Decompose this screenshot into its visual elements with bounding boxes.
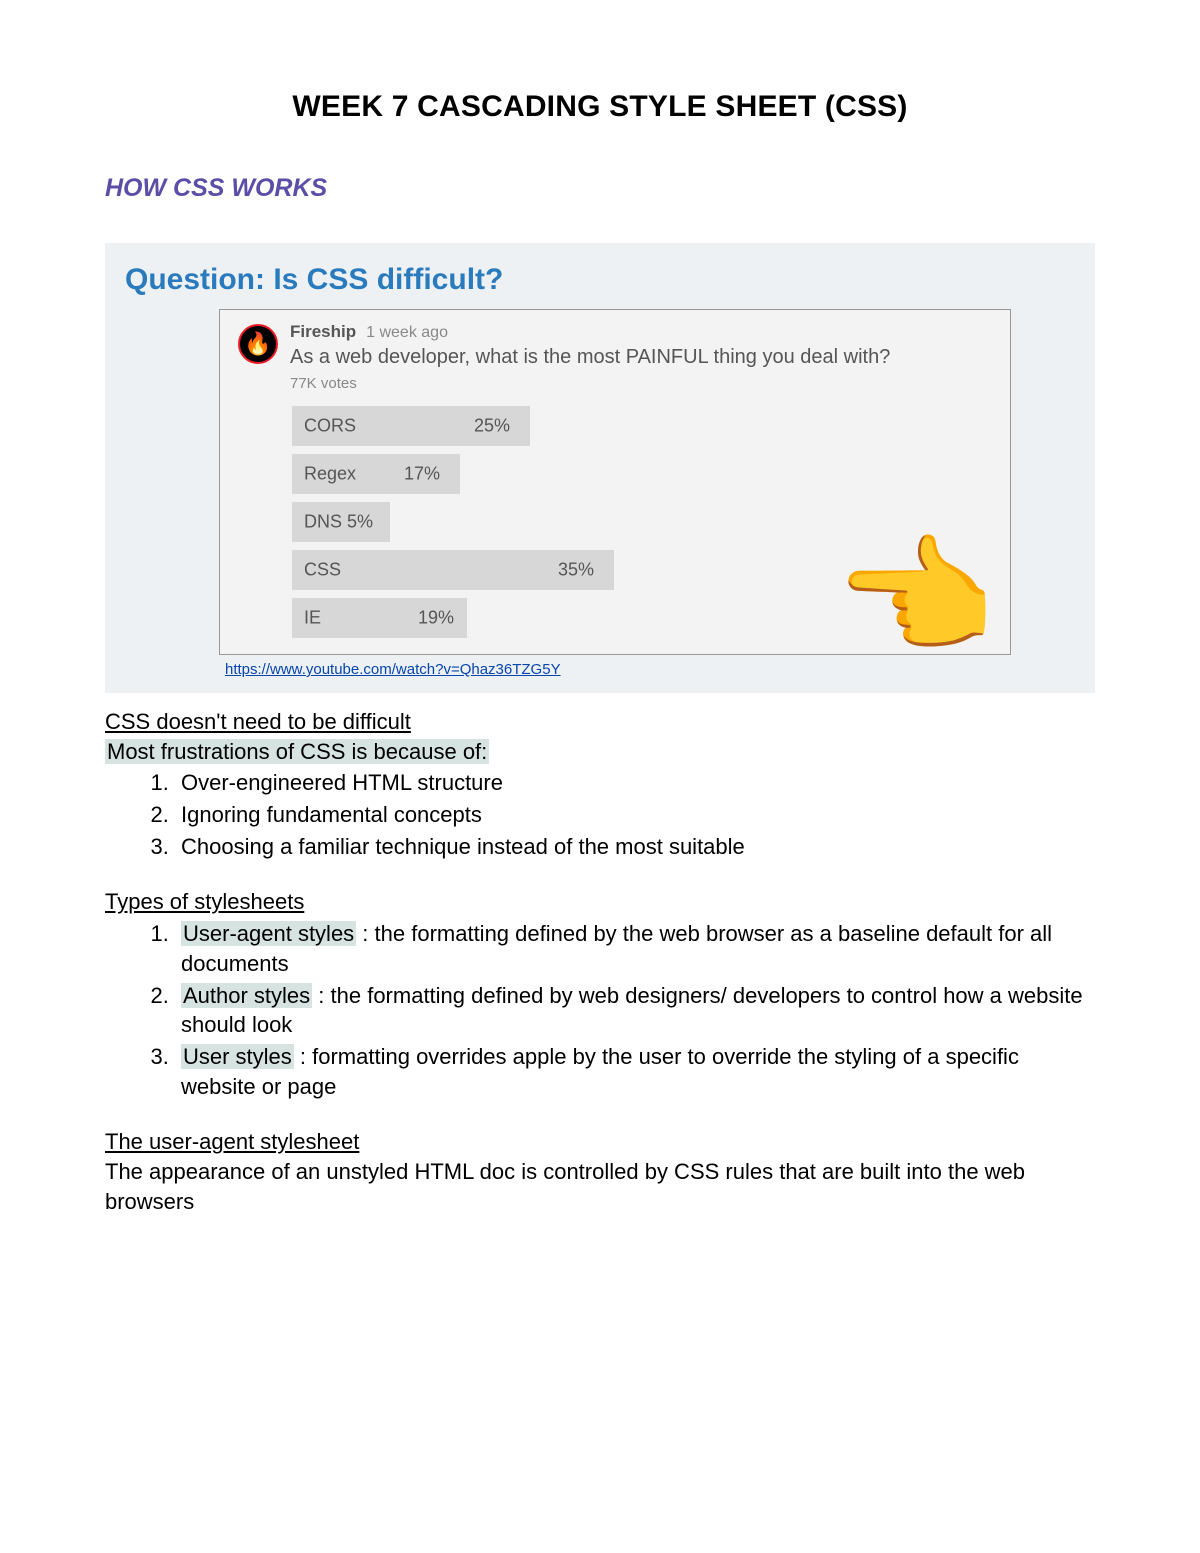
poll-percent: 17% (404, 464, 440, 485)
list-item: Ignoring fundamental concepts (175, 800, 1095, 830)
types-title: Types of stylesheets (105, 889, 304, 914)
poll-row: CSS 35% (292, 550, 992, 590)
term-highlight: Author styles (181, 983, 312, 1008)
ua-title: The user-agent stylesheet (105, 1129, 359, 1154)
page-title: WEEK 7 CASCADING STYLE SHEET (CSS) (105, 90, 1095, 124)
ua-desc: The appearance of an unstyled HTML doc i… (105, 1157, 1095, 1216)
types-list: User-agent styles : the formatting defin… (175, 919, 1095, 1101)
nd-title: CSS doesn't need to be difficult (105, 709, 411, 734)
post-votes: 77K votes (290, 375, 992, 392)
frustrations-intro: Most frustrations of CSS is because of: (105, 739, 489, 764)
list-item: User-agent styles : the formatting defin… (175, 919, 1095, 978)
poll-label: IE (304, 608, 321, 629)
poll-label: Regex (304, 464, 356, 485)
poll-label: DNS 5% (304, 512, 373, 533)
term-highlight: User styles (181, 1044, 294, 1069)
poll-label: CSS (304, 560, 341, 581)
author-avatar: 🔥 (238, 324, 278, 364)
poll-row: DNS 5% (292, 502, 992, 542)
frustrations-list: Over-engineered HTML structureIgnoring f… (175, 768, 1095, 861)
poll-percent: 35% (558, 560, 594, 581)
list-item: Author styles : the formatting defined b… (175, 981, 1095, 1040)
post-author: Fireship (290, 322, 356, 342)
source-link[interactable]: https://www.youtube.com/watch?v=Qhaz36TZ… (225, 661, 561, 678)
poll-row: IE 19% (292, 598, 992, 638)
flame-icon: 🔥 (244, 333, 271, 355)
list-item: Choosing a familiar technique instead of… (175, 832, 1095, 862)
term-highlight: User-agent styles (181, 921, 356, 946)
post-question: As a web developer, what is the most PAI… (290, 346, 992, 369)
poll-label: CORS (304, 416, 356, 437)
slide-question: Question: Is CSS difficult? (119, 257, 1081, 309)
poll-card: 🔥 Fireship 1 week ago As a web developer… (219, 309, 1011, 655)
list-item: Over-engineered HTML structure (175, 768, 1095, 798)
poll: CORS 25% Regex 17% DNS 5% CSS 35% IE 19% (292, 406, 992, 638)
section-heading: HOW CSS WORKS (105, 174, 1095, 203)
poll-row: Regex 17% (292, 454, 992, 494)
poll-percent: 19% (418, 608, 454, 629)
question-slide: Question: Is CSS difficult? 🔥 Fireship 1… (105, 243, 1095, 693)
post-age: 1 week ago (366, 324, 448, 342)
poll-row: CORS 25% (292, 406, 992, 446)
poll-percent: 25% (474, 416, 510, 437)
list-item: User styles : formatting overrides apple… (175, 1042, 1095, 1101)
